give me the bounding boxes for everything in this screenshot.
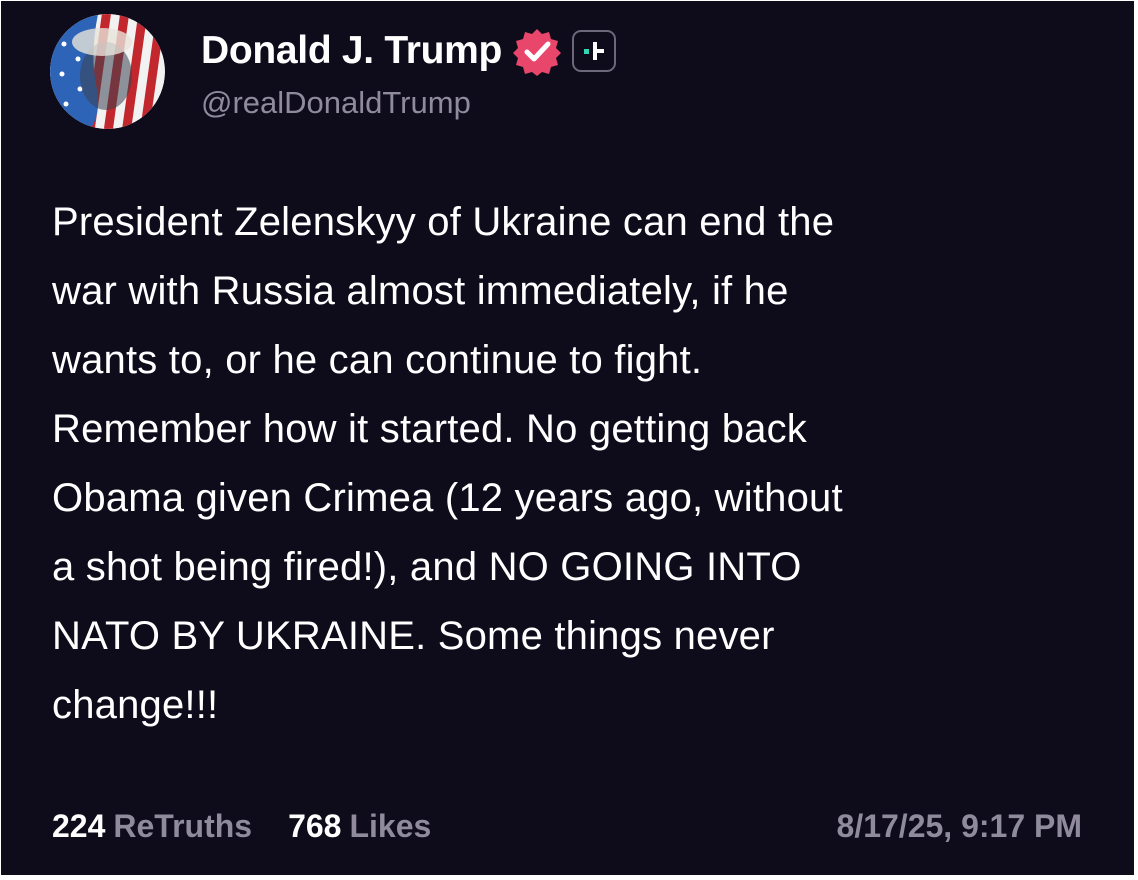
author-name-row: Donald J. Trump [201,21,617,81]
post-card: Donald J. Trump @realDonaldTrump Preside… [1,1,1134,875]
post-stats: 224 ReTruths 768 Likes [52,801,431,851]
post-text: President Zelenskyy of Ukraine can end t… [52,200,843,727]
likes-label: Likes [349,807,432,844]
author-avatar[interactable] [50,14,165,129]
likes-stat[interactable]: 768 Likes [288,808,431,845]
likes-count: 768 [288,807,342,844]
author-handle[interactable]: @realDonaldTrump [201,85,471,121]
retruths-stat[interactable]: 224 ReTruths [52,808,252,845]
author-display-name[interactable]: Donald J. Trump [201,29,502,73]
verified-badge-icon [512,26,562,76]
avatar-image [50,14,165,129]
post-timestamp[interactable]: 8/17/25, 9:17 PM [837,801,1082,851]
plus-badge-icon [572,30,617,72]
retruths-count: 224 [52,807,106,844]
retruths-label: ReTruths [113,807,253,844]
